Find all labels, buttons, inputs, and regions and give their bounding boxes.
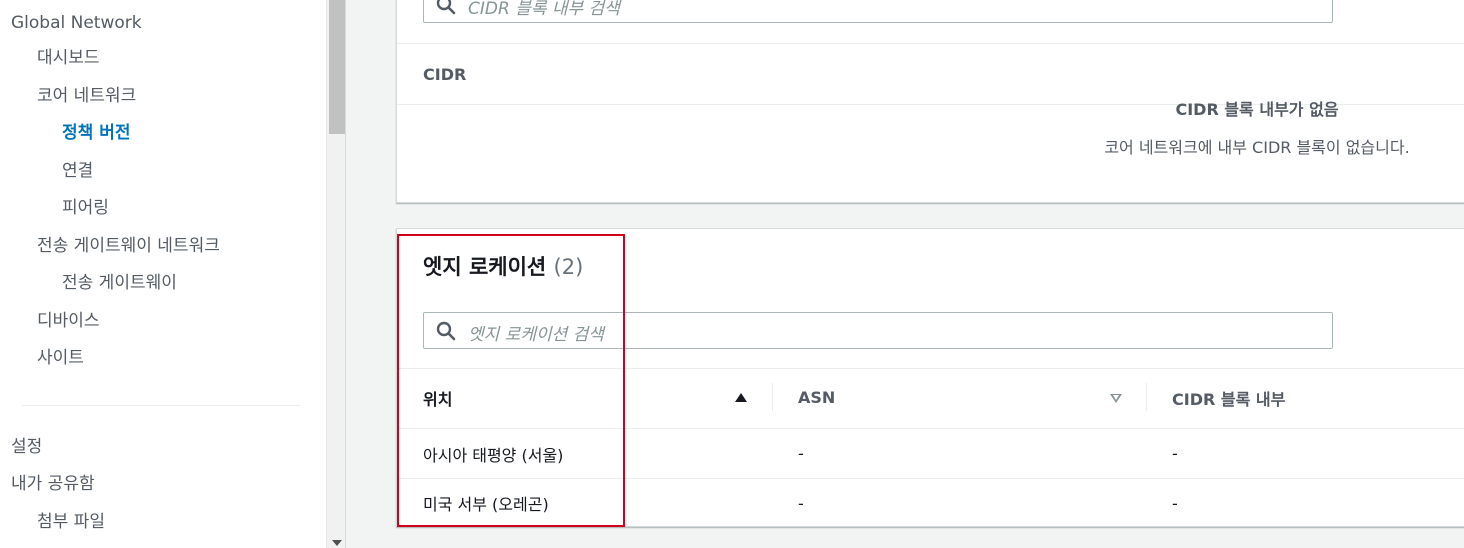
table-cell-inside-cidr: -	[1172, 444, 1178, 463]
column-header-asn[interactable]: ASN	[798, 388, 835, 407]
sidebar-item-devices[interactable]: 디바이스	[37, 310, 100, 332]
table-cell-location: 미국 서부 (오레곤)	[423, 495, 549, 514]
edge-search-input[interactable]: 엣지 로케이션 검색	[423, 312, 1333, 349]
column-header-location[interactable]: 위치	[423, 386, 452, 410]
sidebar-item-sites[interactable]: 사이트	[37, 347, 84, 369]
panel-title-count: (2)	[553, 255, 584, 279]
sidebar-item-core-network[interactable]: 코어 네트워크	[37, 85, 136, 107]
sidebar-item-transit-gateways[interactable]: 전송 게이트웨이	[62, 272, 177, 294]
sidebar-item-attachments[interactable]: 연결	[62, 160, 93, 182]
column-separator	[1146, 383, 1147, 411]
sidebar-item-peerings[interactable]: 피어링	[62, 197, 109, 219]
panel-title-text: 엣지 로케이션	[423, 255, 547, 279]
scroll-down-arrow-icon[interactable]	[332, 540, 342, 546]
column-header-cidr[interactable]: CIDR	[423, 65, 466, 84]
table-cell-inside-cidr: -	[1172, 494, 1178, 513]
sidebar-item-shared-by-me[interactable]: 내가 공유함	[11, 473, 95, 495]
cidr-search-placeholder: CIDR 블록 내부 검색	[468, 0, 620, 19]
empty-state-title: CIDR 블록 내부가 없음	[1175, 100, 1339, 119]
search-icon	[436, 321, 456, 341]
sort-ascending-icon[interactable]	[735, 393, 747, 402]
sidebar-item-global-network[interactable]: Global Network	[11, 12, 142, 34]
divider	[397, 368, 1464, 369]
sidebar-item-transit-gateway-network[interactable]: 전송 게이트웨이 네트워크	[37, 235, 220, 257]
sidebar: Global Network 대시보드 코어 네트워크 정책 버전 연결 피어링…	[0, 0, 326, 548]
panel-title: 엣지 로케이션 (2)	[423, 251, 583, 281]
sidebar-divider	[22, 405, 300, 406]
sort-descending-icon[interactable]	[1110, 394, 1122, 403]
table-cell-asn: -	[798, 444, 804, 463]
divider	[397, 428, 1464, 429]
sidebar-item-settings[interactable]: 설정	[11, 436, 42, 458]
sidebar-item-dashboard[interactable]: 대시보드	[37, 47, 100, 69]
sidebar-scrollbar[interactable]	[326, 0, 346, 548]
table-cell-location: 아시아 태평양 (서울)	[423, 446, 564, 465]
cidr-blocks-panel: CIDR 블록 내부 검색 CIDR CIDR 블록 내부가 없음 코어 네트워…	[396, 0, 1464, 203]
empty-state-description: 코어 네트워크에 내부 CIDR 블록이 없습니다.	[1104, 138, 1410, 157]
divider	[397, 478, 1464, 479]
sidebar-item-policy-versions[interactable]: 정책 버전	[62, 122, 130, 144]
scrollbar-thumb[interactable]	[329, 0, 345, 134]
table-cell-asn: -	[798, 494, 804, 513]
column-header-inside-cidr[interactable]: CIDR 블록 내부	[1172, 386, 1285, 410]
divider	[397, 43, 1464, 44]
column-separator	[772, 383, 773, 411]
cidr-search-input[interactable]: CIDR 블록 내부 검색	[423, 0, 1333, 23]
search-icon	[436, 0, 456, 15]
sidebar-item-shared-attachments[interactable]: 첨부 파일	[37, 511, 105, 533]
edge-locations-panel: 엣지 로케이션 (2) 엣지 로케이션 검색 위치 ASN CIDR 블록 내부…	[396, 228, 1464, 527]
edge-search-placeholder: 엣지 로케이션 검색	[468, 325, 604, 345]
main-content: CIDR 블록 내부 검색 CIDR CIDR 블록 내부가 없음 코어 네트워…	[346, 0, 1464, 548]
